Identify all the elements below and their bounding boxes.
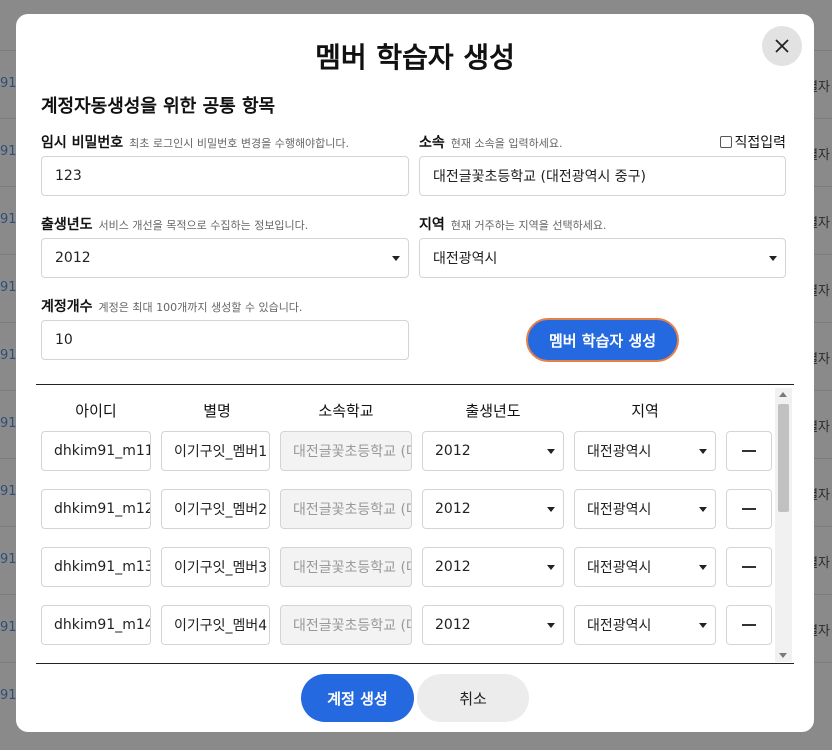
create-account-button[interactable]: 계정 생성 [301, 674, 414, 722]
row-birth-year-select[interactable]: 2012 [422, 605, 564, 645]
row-region-value: 대전광역시 [587, 618, 652, 634]
table-row: dhkim91_m11 이기구잇_멤버1 대전글꽃초등학교 (대전광역시 중구)… [36, 431, 776, 471]
chevron-down-icon [769, 256, 777, 261]
remove-row-button[interactable] [726, 431, 772, 471]
row-birth-year-select[interactable]: 2012 [422, 489, 564, 529]
minus-icon [742, 450, 756, 452]
password-hint: 최초 로그인시 비밀번호 변경을 수행해야합니다. [129, 137, 350, 150]
row-nickname-input[interactable]: 이기구잇_멤버4 [161, 605, 270, 645]
row-birth-year-value: 2012 [435, 501, 471, 517]
row-nickname-input[interactable]: 이기구잇_멤버3 [161, 547, 270, 587]
chevron-down-icon [547, 565, 555, 570]
row-id-input[interactable]: dhkim91_m12 [41, 489, 151, 529]
section-title: 계정자동생성을 위한 공통 항목 [41, 96, 276, 117]
row-id-input[interactable]: dhkim91_m13 [41, 547, 151, 587]
close-icon [775, 39, 789, 53]
row-birth-year-select[interactable]: 2012 [422, 547, 564, 587]
region-label: 지역 현재 거주하는 지역을 선택하세요. [419, 214, 606, 234]
affiliation-label: 소속 현재 소속을 입력하세요. [419, 132, 562, 152]
direct-input-toggle[interactable]: 직접입력 [720, 132, 786, 152]
row-birth-year-value: 2012 [435, 559, 471, 575]
row-id-input[interactable]: dhkim91_m11 [41, 431, 151, 471]
birth-year-label: 출생년도 서비스 개선을 목적으로 수집하는 정보입니다. [41, 214, 308, 234]
account-count-label-text: 계정개수 [41, 299, 93, 315]
row-nickname-input[interactable]: 이기구잇_멤버1 [161, 431, 270, 471]
direct-input-label: 직접입력 [734, 135, 786, 151]
generate-members-button[interactable]: 멤버 학습자 생성 [526, 318, 679, 362]
table-bottom-divider [36, 663, 794, 664]
account-count-label: 계정개수 계정은 최대 100개까지 생성할 수 있습니다. [41, 296, 302, 316]
chevron-down-icon [699, 507, 707, 512]
password-label-text: 임시 비밀번호 [41, 135, 124, 151]
chevron-down-icon [547, 449, 555, 454]
rows-scrollbar[interactable] [775, 388, 792, 662]
birth-year-value: 2012 [55, 250, 91, 266]
row-school-input: 대전글꽃초등학교 (대전광역시 중구) [280, 605, 412, 645]
scrollbar-thumb[interactable] [778, 404, 789, 512]
account-count-hint: 계정은 최대 100개까지 생성할 수 있습니다. [98, 301, 303, 314]
row-region-value: 대전광역시 [587, 560, 652, 576]
table-row: dhkim91_m12 이기구잇_멤버2 대전글꽃초등학교 (대전광역시 중구)… [36, 489, 776, 529]
create-member-modal: 멤버 학습자 생성 계정자동생성을 위한 공통 항목 임시 비밀번호 최초 로그인… [16, 14, 814, 732]
row-region-value: 대전광역시 [587, 502, 652, 518]
scroll-down-icon[interactable] [779, 653, 787, 658]
region-select[interactable]: 대전광역시 [419, 238, 786, 278]
row-school-input: 대전글꽃초등학교 (대전광역시 중구) [280, 489, 412, 529]
birth-year-hint: 서비스 개선을 목적으로 수집하는 정보입니다. [98, 219, 309, 232]
table-row: dhkim91_m13 이기구잇_멤버3 대전글꽃초등학교 (대전광역시 중구)… [36, 547, 776, 587]
modal-title: 멤버 학습자 생성 [315, 41, 515, 74]
member-rows: dhkim91_m11 이기구잇_멤버1 대전글꽃초등학교 (대전광역시 중구)… [36, 386, 794, 663]
birth-year-label-text: 출생년도 [41, 217, 93, 233]
chevron-down-icon [699, 449, 707, 454]
password-label: 임시 비밀번호 최초 로그인시 비밀번호 변경을 수행해야합니다. [41, 132, 349, 152]
birth-year-select[interactable]: 2012 [41, 238, 409, 278]
minus-icon [742, 566, 756, 568]
region-hint: 현재 거주하는 지역을 선택하세요. [450, 219, 607, 232]
affiliation-hint: 현재 소속을 입력하세요. [450, 137, 563, 150]
scroll-up-icon[interactable] [779, 392, 787, 397]
minus-icon [742, 508, 756, 510]
row-region-select[interactable]: 대전광역시 [574, 431, 716, 471]
chevron-down-icon [547, 507, 555, 512]
minus-icon [742, 624, 756, 626]
row-id-input[interactable]: dhkim91_m14 [41, 605, 151, 645]
row-birth-year-value: 2012 [435, 617, 471, 633]
chevron-down-icon [392, 256, 400, 261]
remove-row-button[interactable] [726, 489, 772, 529]
row-birth-year-value: 2012 [435, 443, 471, 459]
region-value: 대전광역시 [433, 251, 498, 267]
row-school-input: 대전글꽃초등학교 (대전광역시 중구) [280, 431, 412, 471]
chevron-down-icon [699, 623, 707, 628]
remove-row-button[interactable] [726, 605, 772, 645]
chevron-down-icon [547, 623, 555, 628]
row-region-select[interactable]: 대전광역시 [574, 489, 716, 529]
row-nickname-input[interactable]: 이기구잇_멤버2 [161, 489, 270, 529]
close-button[interactable] [762, 26, 802, 66]
password-input[interactable]: 123 [41, 156, 409, 196]
direct-input-checkbox[interactable] [720, 136, 733, 148]
remove-row-button[interactable] [726, 547, 772, 587]
row-region-value: 대전광역시 [587, 444, 652, 460]
chevron-down-icon [699, 565, 707, 570]
region-label-text: 지역 [419, 217, 445, 233]
table-row: dhkim91_m14 이기구잇_멤버4 대전글꽃초등학교 (대전광역시 중구)… [36, 605, 776, 645]
affiliation-label-text: 소속 [419, 135, 445, 151]
cancel-button[interactable]: 취소 [417, 674, 529, 722]
row-birth-year-select[interactable]: 2012 [422, 431, 564, 471]
row-region-select[interactable]: 대전광역시 [574, 547, 716, 587]
table-top-divider [36, 384, 794, 385]
row-region-select[interactable]: 대전광역시 [574, 605, 716, 645]
row-school-input: 대전글꽃초등학교 (대전광역시 중구) [280, 547, 412, 587]
affiliation-input[interactable]: 대전글꽃초등학교 (대전광역시 중구) [419, 156, 786, 196]
account-count-input[interactable]: 10 [41, 320, 409, 360]
